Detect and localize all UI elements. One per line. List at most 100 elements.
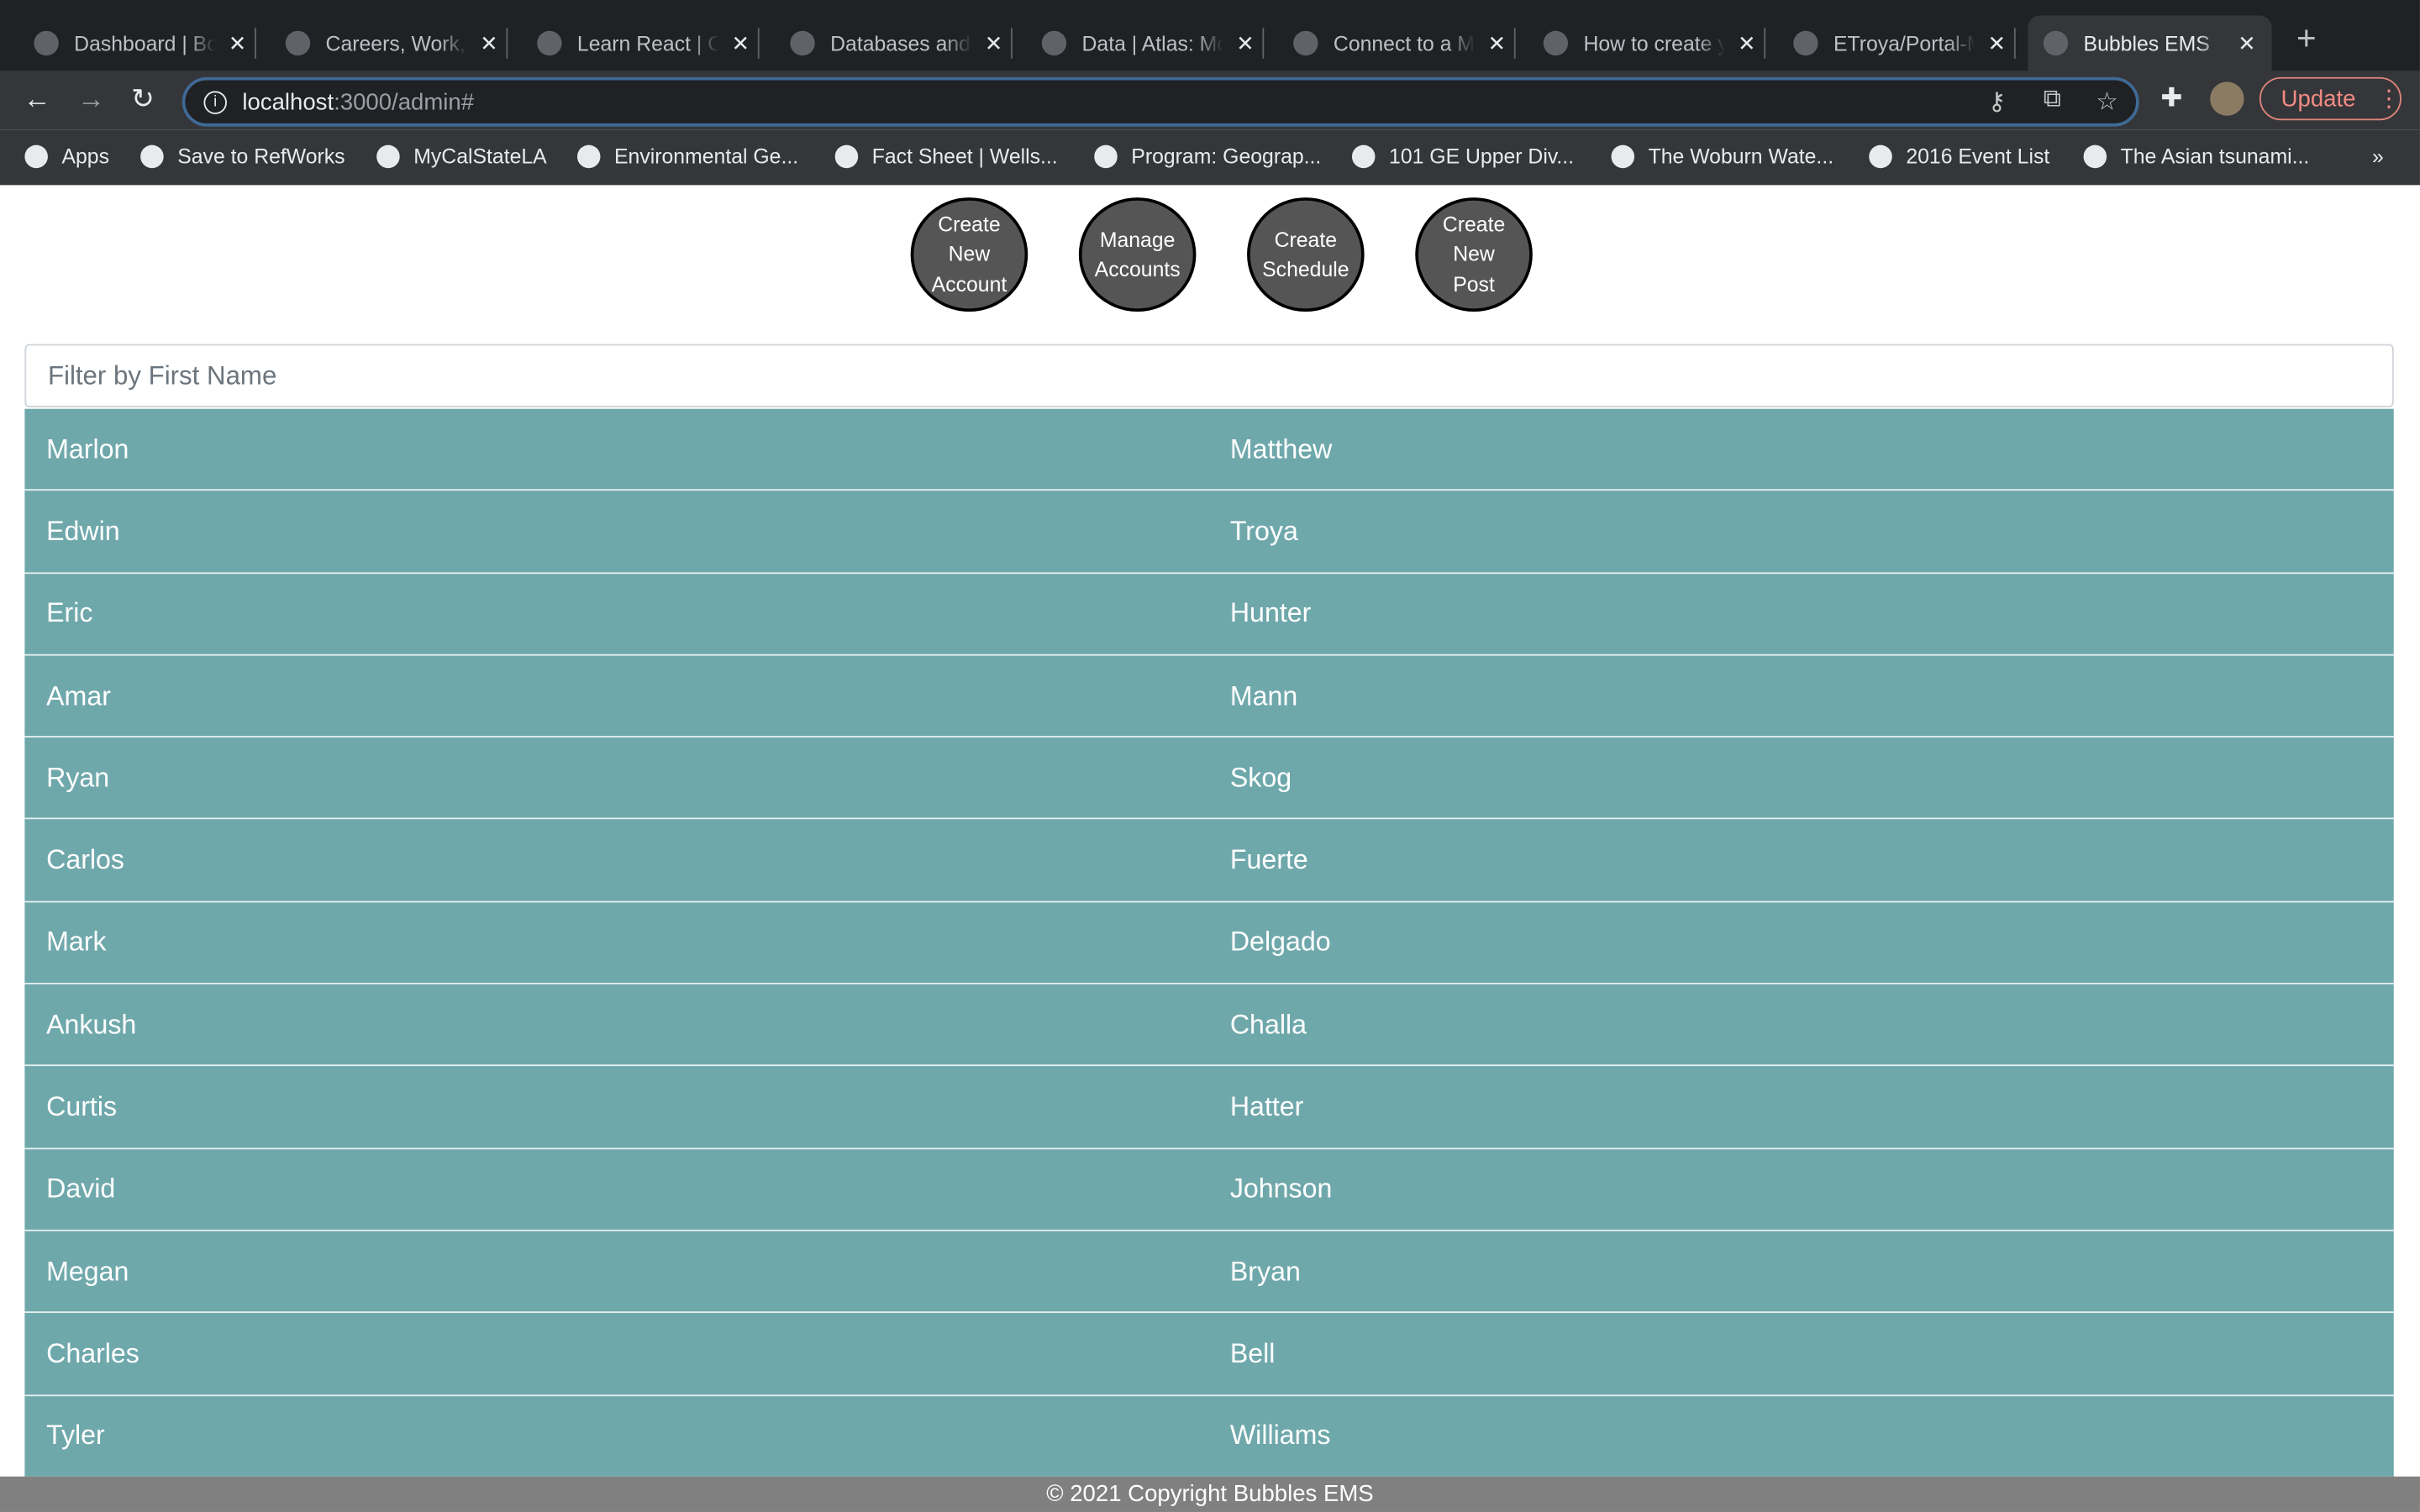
bookmark-label: Program: Geograp... bbox=[1131, 144, 1322, 169]
bookmark-icon bbox=[1094, 144, 1118, 169]
close-tab-icon[interactable]: ✕ bbox=[229, 30, 247, 56]
user-row[interactable]: David Johnson bbox=[24, 1148, 2394, 1231]
globe-icon bbox=[2043, 30, 2069, 56]
user-row[interactable]: Curtis Hatter bbox=[24, 1066, 2394, 1149]
bookmark-icon bbox=[1351, 144, 1376, 169]
close-tab-icon[interactable]: ✕ bbox=[985, 30, 1003, 56]
tab-title: Learn React | C bbox=[576, 31, 719, 55]
user-row[interactable]: Megan Bryan bbox=[24, 1231, 2394, 1314]
tab-3[interactable]: Learn React | C ✕ bbox=[537, 15, 759, 71]
bookmark-item[interactable]: Program: Geograp... bbox=[1094, 144, 1322, 169]
url-host: localhost bbox=[242, 88, 334, 115]
tab-title: Connect to a M bbox=[1333, 31, 1476, 55]
close-tab-icon[interactable]: ✕ bbox=[480, 30, 498, 56]
update-button[interactable]: Update ⋮ bbox=[2259, 76, 2402, 121]
bookmark-icon bbox=[834, 144, 859, 169]
action-button-4[interactable]: Create New Post bbox=[1415, 197, 1533, 312]
new-tab-button[interactable]: + bbox=[2296, 18, 2317, 59]
close-tab-icon[interactable]: ✕ bbox=[1488, 30, 1507, 56]
tab-1[interactable]: Dashboard | Bo ✕ bbox=[34, 15, 255, 71]
info-icon[interactable]: i bbox=[203, 90, 227, 113]
bookmark-item[interactable]: The Asian tsunami... bbox=[2083, 144, 2310, 169]
bookmark-icon bbox=[1611, 144, 1635, 169]
bookmark-label: Fact Sheet | Wells... bbox=[871, 144, 1058, 169]
page-content: Create New Account Manage Accounts Create … bbox=[0, 185, 2420, 1512]
forward-button[interactable]: → bbox=[77, 83, 105, 116]
first-name: Charles bbox=[46, 1337, 139, 1368]
first-name: David bbox=[46, 1173, 116, 1205]
reload-button[interactable]: ↻ bbox=[131, 83, 155, 116]
browser-toolbar: ← → ↻ i localhost:3000/admin# ⚷ ⧉ ☆ ✚ Up… bbox=[0, 71, 2420, 130]
bookmark-label: The Asian tsunami... bbox=[2120, 144, 2310, 169]
last-name: Johnson bbox=[1229, 1173, 1333, 1205]
bookmark-item[interactable]: 2016 Event List bbox=[1869, 144, 2049, 169]
action-button-3[interactable]: Create Schedule bbox=[1247, 197, 1365, 312]
bookmark-icon bbox=[1869, 144, 1892, 169]
bookmark-icon bbox=[376, 144, 400, 169]
tab-title: Databases and bbox=[830, 31, 971, 55]
user-row[interactable]: Marlon Matthew bbox=[24, 408, 2394, 491]
profile-avatar[interactable] bbox=[2210, 81, 2244, 116]
last-name: Matthew bbox=[1229, 433, 1333, 465]
tab-6[interactable]: Connect to a M ✕ bbox=[1293, 15, 1515, 71]
bookmark-item[interactable]: Environmental Ge... bbox=[576, 144, 798, 169]
tab-5[interactable]: Data | Atlas: Mo ✕ bbox=[1041, 15, 1264, 71]
bookmark-item[interactable]: The Woburn Wate... bbox=[1611, 144, 1833, 169]
action-label: Create New Post bbox=[1442, 213, 1506, 297]
mongodb-leaf-icon bbox=[1293, 30, 1318, 56]
tab-7[interactable]: How to create y ✕ bbox=[1543, 15, 1765, 71]
more-bookmarks-button[interactable]: » bbox=[2372, 145, 2384, 169]
open-external-icon[interactable]: ⧉ bbox=[2044, 87, 2061, 114]
close-tab-icon[interactable]: ✕ bbox=[1236, 30, 1255, 56]
user-row[interactable]: Charles Bell bbox=[24, 1313, 2394, 1396]
bookmark-item[interactable]: Apps bbox=[24, 144, 110, 169]
first-name: Edwin bbox=[46, 515, 120, 547]
filter-first-name-input[interactable] bbox=[24, 344, 2394, 407]
user-row[interactable]: Ryan Skog bbox=[24, 738, 2394, 821]
user-row[interactable]: Carlos Fuerte bbox=[24, 820, 2394, 903]
star-icon[interactable]: ☆ bbox=[2096, 87, 2118, 118]
tab-4[interactable]: Databases and ✕ bbox=[790, 15, 1012, 71]
mongodb-leaf-icon bbox=[790, 30, 815, 56]
first-name: Ryan bbox=[46, 762, 110, 793]
first-name: Mark bbox=[46, 926, 107, 958]
first-name: Eric bbox=[46, 597, 93, 628]
user-row[interactable]: Amar Mann bbox=[24, 655, 2394, 738]
update-label: Update bbox=[2281, 85, 2356, 113]
user-row[interactable]: Mark Delgado bbox=[24, 902, 2394, 984]
user-row[interactable]: Eric Hunter bbox=[24, 573, 2394, 656]
action-button-2[interactable]: Manage Accounts bbox=[1078, 197, 1197, 312]
bookmark-label: 101 GE Upper Div... bbox=[1389, 144, 1575, 169]
bookmark-item[interactable]: Fact Sheet | Wells... bbox=[834, 144, 1058, 169]
tab-title: How to create y bbox=[1583, 31, 1726, 55]
close-tab-icon[interactable]: ✕ bbox=[1988, 30, 2007, 56]
bookmark-label: Apps bbox=[61, 144, 110, 169]
back-button[interactable]: ← bbox=[24, 83, 51, 116]
tab-title: Dashboard | Bo bbox=[74, 31, 217, 55]
action-button-1[interactable]: Create New Account bbox=[910, 197, 1028, 312]
user-list: Marlon Matthew Edwin Troya Eric Hunter Amar Man… bbox=[24, 408, 2394, 1478]
user-row[interactable]: Ankush Challa bbox=[24, 984, 2394, 1067]
tab-8[interactable]: ETroya/Portal-M ✕ bbox=[1793, 15, 2015, 71]
address-bar[interactable]: i localhost:3000/admin# ⚷ ⧉ ☆ bbox=[182, 76, 2139, 127]
extensions-icon[interactable]: ✚ bbox=[2160, 83, 2182, 114]
close-tab-icon[interactable]: ✕ bbox=[732, 30, 750, 56]
mongodb-leaf-icon bbox=[1041, 30, 1067, 56]
close-tab-icon[interactable]: ✕ bbox=[2238, 30, 2256, 56]
user-row[interactable]: Tyler Williams bbox=[24, 1395, 2394, 1478]
bookmark-item[interactable]: MyCalStateLA bbox=[376, 144, 547, 169]
bookmark-item[interactable]: Save to RefWorks bbox=[140, 144, 345, 169]
key-icon[interactable]: ⚷ bbox=[1988, 87, 2007, 118]
tab-2[interactable]: Careers, Work, ✕ bbox=[285, 15, 508, 71]
first-name: Amar bbox=[46, 680, 111, 711]
tab-9[interactable]: Bubbles EMS ✕ bbox=[2028, 15, 2272, 71]
action-label: Create New Account bbox=[931, 213, 1007, 297]
bookmark-item[interactable]: 101 GE Upper Div... bbox=[1351, 144, 1575, 169]
close-tab-icon[interactable]: ✕ bbox=[1738, 30, 1756, 56]
first-name: Carlos bbox=[46, 843, 124, 875]
first-name: Megan bbox=[46, 1255, 129, 1287]
tab-title: Data | Atlas: Mo bbox=[1081, 31, 1224, 55]
user-row[interactable]: Edwin Troya bbox=[24, 491, 2394, 574]
menu-dots-icon[interactable]: ⋮ bbox=[2377, 85, 2401, 113]
first-name: Tyler bbox=[46, 1420, 105, 1451]
